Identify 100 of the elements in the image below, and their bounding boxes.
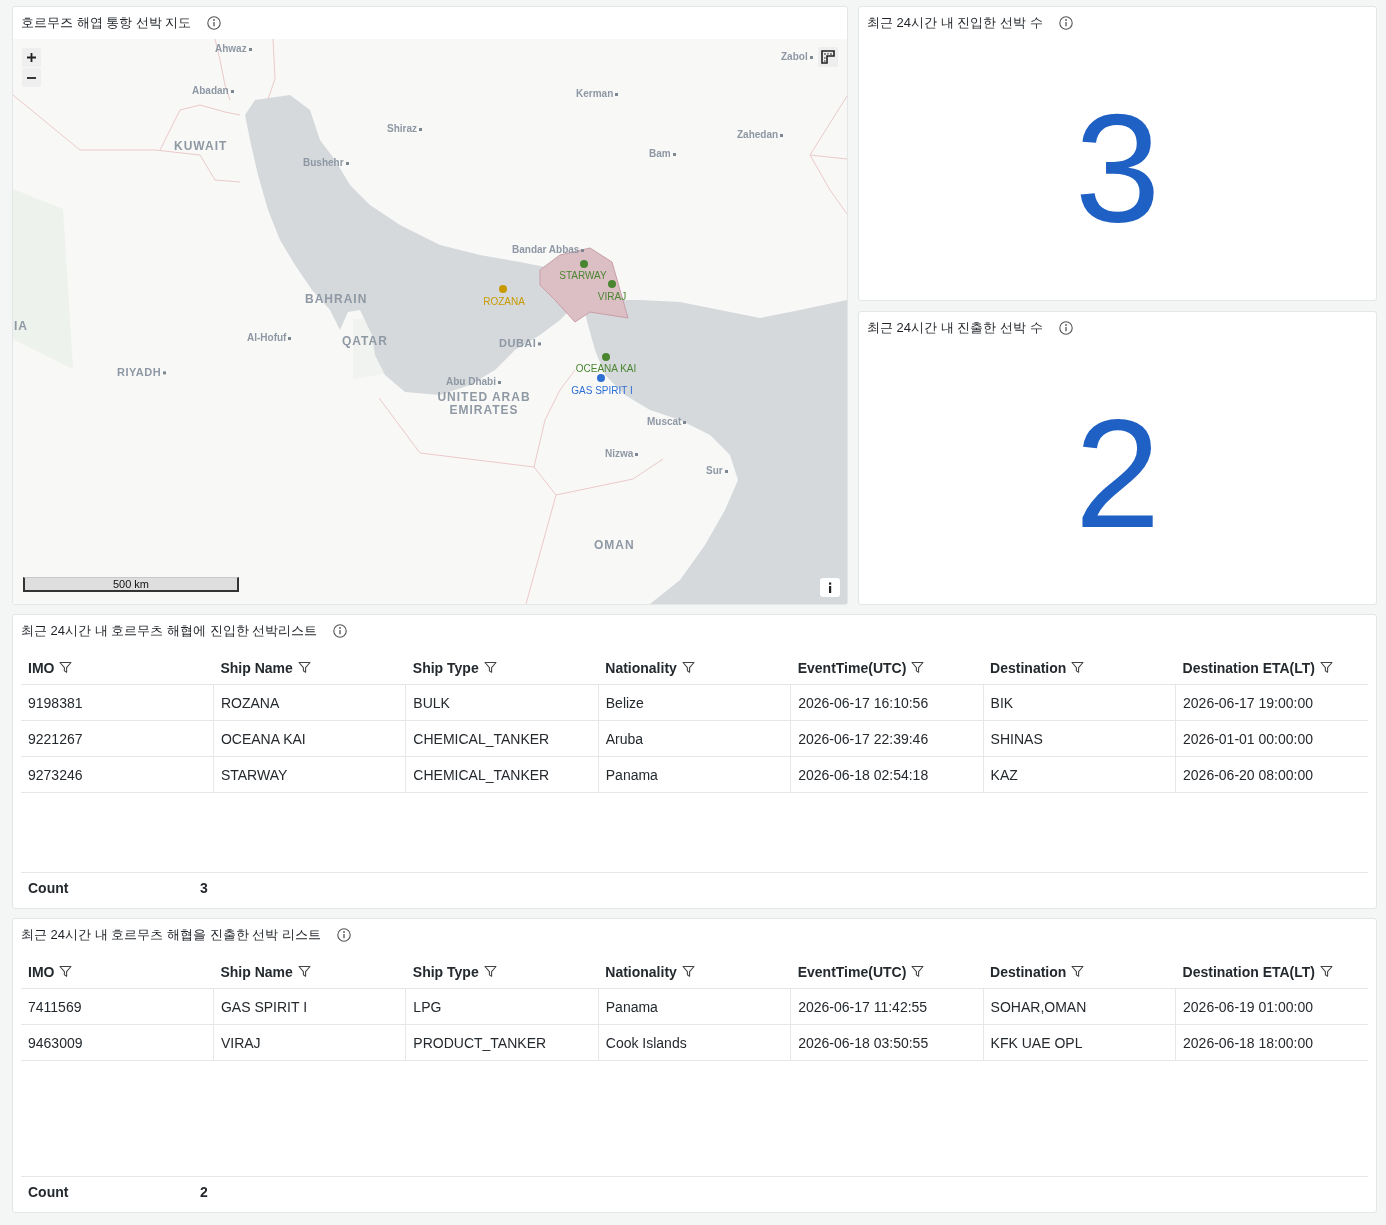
ship-label: ROZANA (483, 295, 525, 307)
ship-label: VIRAJ (597, 290, 627, 302)
table-cell: 2026-06-20 08:00:00 (1175, 756, 1368, 793)
zoom-out-button[interactable] (22, 68, 41, 87)
table-cell: ROZANA (213, 684, 406, 721)
column-header[interactable]: Ship Type (412, 963, 479, 980)
measure-button[interactable] (818, 47, 838, 67)
table-cell: 2026-06-17 11:42:55 (790, 988, 984, 1025)
filter-icon[interactable] (1320, 661, 1333, 674)
table-cell: SOHAR,OMAN (983, 988, 1176, 1025)
info-icon[interactable] (1058, 320, 1073, 335)
column-header[interactable]: EventTime(UTC) (797, 963, 907, 980)
footer-label: Count (27, 880, 70, 896)
city-label: Abu Dhabi (446, 376, 496, 388)
column-header[interactable]: Destination (990, 963, 1067, 980)
country-label: BAHRAIN (305, 292, 368, 306)
table-cell: 2026-06-17 16:10:56 (790, 684, 984, 721)
city-label: Bam (649, 148, 671, 160)
ship-marker-icon[interactable] (597, 374, 605, 382)
table-cell: 2026-06-17 19:00:00 (1175, 684, 1368, 721)
filter-icon[interactable] (483, 661, 497, 674)
table-cell: BULK (405, 684, 599, 721)
city-label: Kerman (576, 88, 614, 100)
filter-icon[interactable] (911, 661, 925, 674)
column-header[interactable]: Destination (990, 659, 1067, 676)
column-header[interactable]: Ship Name (220, 963, 293, 980)
ship-marker-icon[interactable] (499, 285, 507, 293)
city-label: Bushehr (303, 157, 344, 169)
table-cell: Panama (598, 988, 791, 1025)
column-header[interactable]: Nationality (605, 963, 677, 980)
panel-title: 최근 24시간 내 호르무츠 해협에 진입한 선박리스트 (21, 622, 318, 640)
panel-title: 최근 24시간 내 진출한 선박 수 (867, 318, 1043, 337)
country-label: OMAN (594, 538, 635, 552)
column-header[interactable]: IMO (28, 659, 55, 676)
filter-icon[interactable] (59, 965, 73, 978)
table-cell: 9198381 (21, 684, 214, 721)
city-label: Abadan (192, 85, 229, 97)
filter-icon[interactable] (681, 661, 695, 674)
info-icon[interactable] (336, 928, 351, 942)
info-icon[interactable] (333, 624, 348, 638)
table-cell: Aruba (598, 720, 791, 757)
city-label: Nizwa (605, 448, 634, 460)
ship-label: GAS SPIRIT I (571, 384, 633, 396)
table-cell: VIRAJ (213, 1024, 406, 1061)
attribution-button[interactable] (820, 578, 840, 597)
table-cell: KAZ (983, 756, 1176, 793)
filter-icon[interactable] (483, 965, 497, 978)
country-label: IA (14, 319, 28, 333)
minus-icon (27, 76, 36, 79)
ship-marker-icon[interactable] (608, 280, 616, 288)
table-cell: LPG (405, 988, 599, 1025)
filter-icon[interactable] (681, 965, 695, 978)
city-label: Sur (706, 465, 723, 477)
column-header[interactable]: Nationality (605, 659, 677, 676)
count-value: 3 (200, 880, 208, 896)
column-header[interactable]: Ship Type (412, 659, 479, 676)
table-cell: 2026-06-18 03:50:55 (790, 1024, 984, 1061)
filter-icon[interactable] (1320, 965, 1333, 978)
table-cell: 2026-06-18 18:00:00 (1175, 1024, 1368, 1061)
info-icon[interactable] (207, 16, 222, 30)
table-cell: CHEMICAL_TANKER (405, 720, 599, 757)
capital-label: RIYADH (117, 366, 162, 380)
filter-icon[interactable] (911, 965, 925, 978)
filter-icon[interactable] (297, 661, 311, 674)
ship-marker-icon[interactable] (602, 353, 610, 361)
country-label: UNITED ARAB EMIRATES (436, 391, 532, 417)
stat-value: 2 (1074, 396, 1161, 551)
table-cell: 7411569 (21, 988, 214, 1025)
footer-label: Count (27, 1184, 70, 1200)
ship-label: OCEANA KAI (575, 362, 637, 374)
table-cell: 2026-01-01 00:00:00 (1175, 720, 1368, 757)
city-label: Zabol (781, 51, 808, 63)
column-header[interactable]: Destination ETA(LT) (1182, 963, 1315, 980)
table-cell: BIK (983, 684, 1176, 721)
plus-icon (27, 53, 36, 62)
info-icon[interactable] (1058, 16, 1073, 30)
column-header[interactable]: IMO (28, 963, 55, 980)
count-value: 2 (200, 1184, 208, 1200)
zoom-in-button[interactable] (22, 48, 41, 67)
column-header[interactable]: EventTime(UTC) (797, 659, 907, 676)
table-cell: SHINAS (983, 720, 1176, 757)
filter-icon[interactable] (1071, 661, 1085, 674)
scale-bar: 500 km (23, 577, 239, 592)
ruler-icon (821, 50, 835, 64)
column-header[interactable]: Destination ETA(LT) (1182, 659, 1315, 676)
city-label: Shiraz (387, 123, 417, 135)
table-cell: Panama (598, 756, 791, 793)
filter-icon[interactable] (59, 661, 73, 674)
table-cell: OCEANA KAI (213, 720, 406, 757)
table-cell: Cook Islands (598, 1024, 791, 1061)
panel-title: 최근 24시간 내 호르무츠 해협을 진출한 선박 리스트 (21, 926, 321, 944)
column-header[interactable]: Ship Name (220, 659, 293, 676)
filter-icon[interactable] (1071, 965, 1085, 978)
capital-label: DUBAI (499, 337, 537, 351)
country-label: QATAR (342, 334, 388, 348)
filter-icon[interactable] (297, 965, 311, 978)
info-icon (828, 582, 832, 593)
table-cell: PRODUCT_TANKER (405, 1024, 599, 1061)
ship-marker-icon[interactable] (580, 260, 588, 268)
city-label: Muscat (647, 416, 682, 428)
